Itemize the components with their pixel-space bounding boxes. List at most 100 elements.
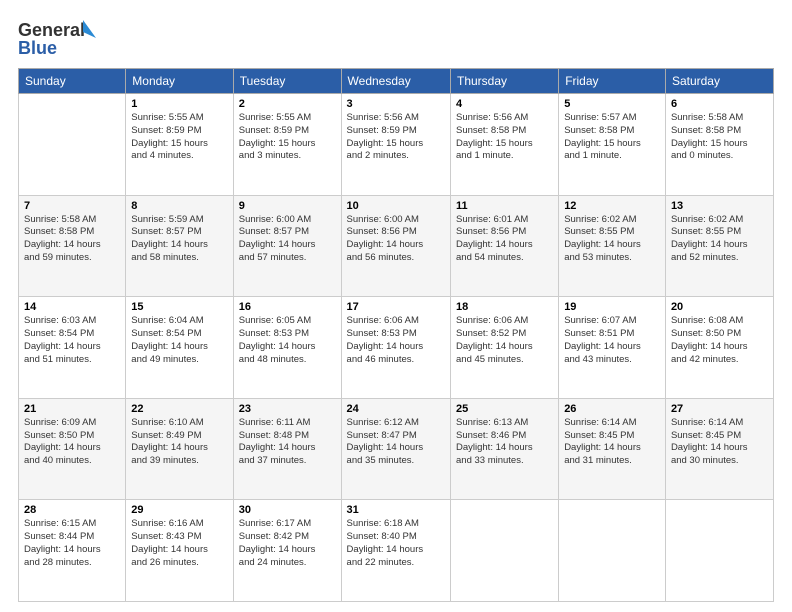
day-number: 10 — [347, 200, 445, 212]
calendar-cell: 23 Sunrise: 6:11 AM Sunset: 8:48 PM Dayli… — [233, 398, 341, 500]
day-info: Sunrise: 6:14 AM Sunset: 8:45 PM Dayligh… — [564, 417, 660, 468]
calendar-cell: 3 Sunrise: 5:56 AM Sunset: 8:59 PM Daylig… — [341, 94, 450, 196]
calendar-cell: 8 Sunrise: 5:59 AM Sunset: 8:57 PM Daylig… — [126, 195, 233, 297]
day-number: 6 — [671, 98, 768, 110]
week-row-5: 28 Sunrise: 6:15 AM Sunset: 8:44 PM Dayli… — [19, 500, 774, 602]
calendar-cell: 4 Sunrise: 5:56 AM Sunset: 8:58 PM Daylig… — [451, 94, 559, 196]
day-number: 7 — [24, 200, 120, 212]
svg-text:Blue: Blue — [18, 38, 57, 58]
day-info: Sunrise: 5:56 AM Sunset: 8:58 PM Dayligh… — [456, 112, 553, 163]
weekday-header-wednesday: Wednesday — [341, 69, 450, 94]
calendar-cell: 25 Sunrise: 6:13 AM Sunset: 8:46 PM Dayli… — [451, 398, 559, 500]
weekday-header-saturday: Saturday — [665, 69, 773, 94]
day-number: 9 — [239, 200, 336, 212]
calendar-cell — [559, 500, 666, 602]
calendar-cell: 16 Sunrise: 6:05 AM Sunset: 8:53 PM Dayli… — [233, 297, 341, 399]
calendar-cell: 13 Sunrise: 6:02 AM Sunset: 8:55 PM Dayli… — [665, 195, 773, 297]
calendar-cell: 15 Sunrise: 6:04 AM Sunset: 8:54 PM Dayli… — [126, 297, 233, 399]
day-number: 31 — [347, 504, 445, 516]
day-info: Sunrise: 5:59 AM Sunset: 8:57 PM Dayligh… — [131, 214, 227, 265]
day-info: Sunrise: 5:56 AM Sunset: 8:59 PM Dayligh… — [347, 112, 445, 163]
week-row-1: 1 Sunrise: 5:55 AM Sunset: 8:59 PM Daylig… — [19, 94, 774, 196]
calendar-cell — [451, 500, 559, 602]
day-number: 13 — [671, 200, 768, 212]
day-number: 21 — [24, 403, 120, 415]
weekday-header-friday: Friday — [559, 69, 666, 94]
calendar-cell: 29Sunrise: 6:16 AM Sunset: 8:43 PM Dayli… — [126, 500, 233, 602]
day-info: Sunrise: 6:11 AM Sunset: 8:48 PM Dayligh… — [239, 417, 336, 468]
day-info: Sunrise: 6:12 AM Sunset: 8:47 PM Dayligh… — [347, 417, 445, 468]
day-number: 11 — [456, 200, 553, 212]
calendar-cell: 9 Sunrise: 6:00 AM Sunset: 8:57 PM Daylig… — [233, 195, 341, 297]
day-info: Sunrise: 6:02 AM Sunset: 8:55 PM Dayligh… — [564, 214, 660, 265]
day-number: 16 — [239, 301, 336, 313]
page: GeneralBlue SundayMondayTuesdayWednesday… — [0, 0, 792, 612]
header: GeneralBlue — [18, 18, 774, 58]
day-number: 23 — [239, 403, 336, 415]
day-number: 18 — [456, 301, 553, 313]
weekday-header-thursday: Thursday — [451, 69, 559, 94]
day-number: 14 — [24, 301, 120, 313]
day-info: Sunrise: 6:09 AM Sunset: 8:50 PM Dayligh… — [24, 417, 120, 468]
day-info: Sunrise: 6:02 AM Sunset: 8:55 PM Dayligh… — [671, 214, 768, 265]
calendar-cell: 22 Sunrise: 6:10 AM Sunset: 8:49 PM Dayli… — [126, 398, 233, 500]
calendar-cell: 6 Sunrise: 5:58 AM Sunset: 8:58 PM Daylig… — [665, 94, 773, 196]
day-number: 29 — [131, 504, 227, 516]
calendar-cell: 11 Sunrise: 6:01 AM Sunset: 8:56 PM Dayli… — [451, 195, 559, 297]
calendar-cell: 17Sunrise: 6:06 AM Sunset: 8:53 PM Dayli… — [341, 297, 450, 399]
day-number: 1 — [131, 98, 227, 110]
day-number: 28 — [24, 504, 120, 516]
day-number: 12 — [564, 200, 660, 212]
day-info: Sunrise: 5:58 AM Sunset: 8:58 PM Dayligh… — [671, 112, 768, 163]
calendar-cell: 20 Sunrise: 6:08 AM Sunset: 8:50 PM Dayli… — [665, 297, 773, 399]
logo: GeneralBlue — [18, 18, 98, 58]
day-number: 26 — [564, 403, 660, 415]
logo-svg: GeneralBlue — [18, 18, 98, 58]
calendar-cell — [19, 94, 126, 196]
day-info: Sunrise: 6:05 AM Sunset: 8:53 PM Dayligh… — [239, 315, 336, 366]
calendar-cell: 12 Sunrise: 6:02 AM Sunset: 8:55 PM Dayli… — [559, 195, 666, 297]
calendar-cell: 1Sunrise: 5:55 AM Sunset: 8:59 PM Daylig… — [126, 94, 233, 196]
day-info: Sunrise: 6:08 AM Sunset: 8:50 PM Dayligh… — [671, 315, 768, 366]
day-info: Sunrise: 6:10 AM Sunset: 8:49 PM Dayligh… — [131, 417, 227, 468]
day-info: Sunrise: 6:13 AM Sunset: 8:46 PM Dayligh… — [456, 417, 553, 468]
day-number: 4 — [456, 98, 553, 110]
day-info: Sunrise: 6:15 AM Sunset: 8:44 PM Dayligh… — [24, 518, 120, 569]
day-number: 19 — [564, 301, 660, 313]
day-info: Sunrise: 6:01 AM Sunset: 8:56 PM Dayligh… — [456, 214, 553, 265]
week-row-4: 21 Sunrise: 6:09 AM Sunset: 8:50 PM Dayli… — [19, 398, 774, 500]
calendar-cell: 5Sunrise: 5:57 AM Sunset: 8:58 PM Daylig… — [559, 94, 666, 196]
day-number: 15 — [131, 301, 227, 313]
day-number: 20 — [671, 301, 768, 313]
weekday-header-monday: Monday — [126, 69, 233, 94]
day-number: 27 — [671, 403, 768, 415]
calendar-cell: 28 Sunrise: 6:15 AM Sunset: 8:44 PM Dayli… — [19, 500, 126, 602]
day-number: 24 — [347, 403, 445, 415]
day-number: 8 — [131, 200, 227, 212]
week-row-3: 14Sunrise: 6:03 AM Sunset: 8:54 PM Dayli… — [19, 297, 774, 399]
day-info: Sunrise: 6:00 AM Sunset: 8:57 PM Dayligh… — [239, 214, 336, 265]
day-info: Sunrise: 6:18 AM Sunset: 8:40 PM Dayligh… — [347, 518, 445, 569]
calendar-cell: 24 Sunrise: 6:12 AM Sunset: 8:47 PM Dayli… — [341, 398, 450, 500]
day-info: Sunrise: 5:55 AM Sunset: 8:59 PM Dayligh… — [239, 112, 336, 163]
day-info: Sunrise: 6:00 AM Sunset: 8:56 PM Dayligh… — [347, 214, 445, 265]
day-info: Sunrise: 6:04 AM Sunset: 8:54 PM Dayligh… — [131, 315, 227, 366]
calendar-cell: 14Sunrise: 6:03 AM Sunset: 8:54 PM Dayli… — [19, 297, 126, 399]
calendar-cell: 7Sunrise: 5:58 AM Sunset: 8:58 PM Daylig… — [19, 195, 126, 297]
weekday-header-row: SundayMondayTuesdayWednesdayThursdayFrid… — [19, 69, 774, 94]
day-number: 25 — [456, 403, 553, 415]
weekday-header-sunday: Sunday — [19, 69, 126, 94]
day-info: Sunrise: 5:57 AM Sunset: 8:58 PM Dayligh… — [564, 112, 660, 163]
calendar-cell: 30Sunrise: 6:17 AM Sunset: 8:42 PM Dayli… — [233, 500, 341, 602]
day-number: 3 — [347, 98, 445, 110]
calendar-table: SundayMondayTuesdayWednesdayThursdayFrid… — [18, 68, 774, 602]
calendar-cell: 10 Sunrise: 6:00 AM Sunset: 8:56 PM Dayli… — [341, 195, 450, 297]
day-number: 22 — [131, 403, 227, 415]
day-info: Sunrise: 6:07 AM Sunset: 8:51 PM Dayligh… — [564, 315, 660, 366]
day-number: 2 — [239, 98, 336, 110]
day-info: Sunrise: 6:17 AM Sunset: 8:42 PM Dayligh… — [239, 518, 336, 569]
calendar-cell: 18Sunrise: 6:06 AM Sunset: 8:52 PM Dayli… — [451, 297, 559, 399]
calendar-cell: 2 Sunrise: 5:55 AM Sunset: 8:59 PM Daylig… — [233, 94, 341, 196]
weekday-header-tuesday: Tuesday — [233, 69, 341, 94]
day-number: 17 — [347, 301, 445, 313]
